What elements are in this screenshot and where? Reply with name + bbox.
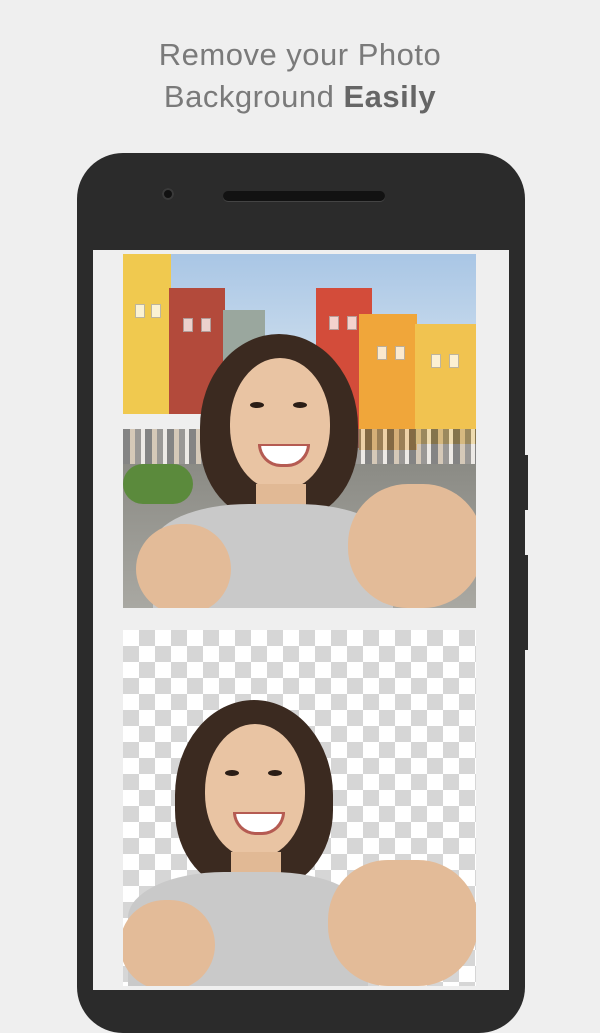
front-camera-icon xyxy=(162,188,174,200)
headline: Remove your Photo Background Easily xyxy=(0,34,600,118)
phone-mockup xyxy=(77,153,525,1033)
headline-line-2-bold: Easily xyxy=(343,79,437,114)
speaker-grille xyxy=(223,191,385,201)
window xyxy=(135,304,145,318)
result-photo xyxy=(123,630,476,986)
headline-line-2: Background Easily xyxy=(0,76,600,118)
face xyxy=(230,358,330,490)
left-arm xyxy=(136,524,231,608)
window xyxy=(329,316,339,330)
window xyxy=(201,318,211,332)
phone-screen xyxy=(93,250,509,990)
eye xyxy=(225,770,239,776)
eye xyxy=(293,402,307,408)
window xyxy=(183,318,193,332)
phone-volume-button xyxy=(523,455,528,510)
headline-line-2-prefix: Background xyxy=(163,79,344,114)
right-arm xyxy=(348,484,476,608)
window xyxy=(151,304,161,318)
original-photo xyxy=(123,254,476,608)
eye xyxy=(268,770,282,776)
window xyxy=(347,316,357,330)
headline-line-1: Remove your Photo xyxy=(158,37,442,72)
right-arm xyxy=(328,860,476,986)
left-arm xyxy=(123,900,215,986)
person-cutout xyxy=(123,700,476,986)
face xyxy=(205,724,305,858)
person xyxy=(136,334,476,608)
phone-power-button xyxy=(523,555,528,650)
eye xyxy=(250,402,264,408)
